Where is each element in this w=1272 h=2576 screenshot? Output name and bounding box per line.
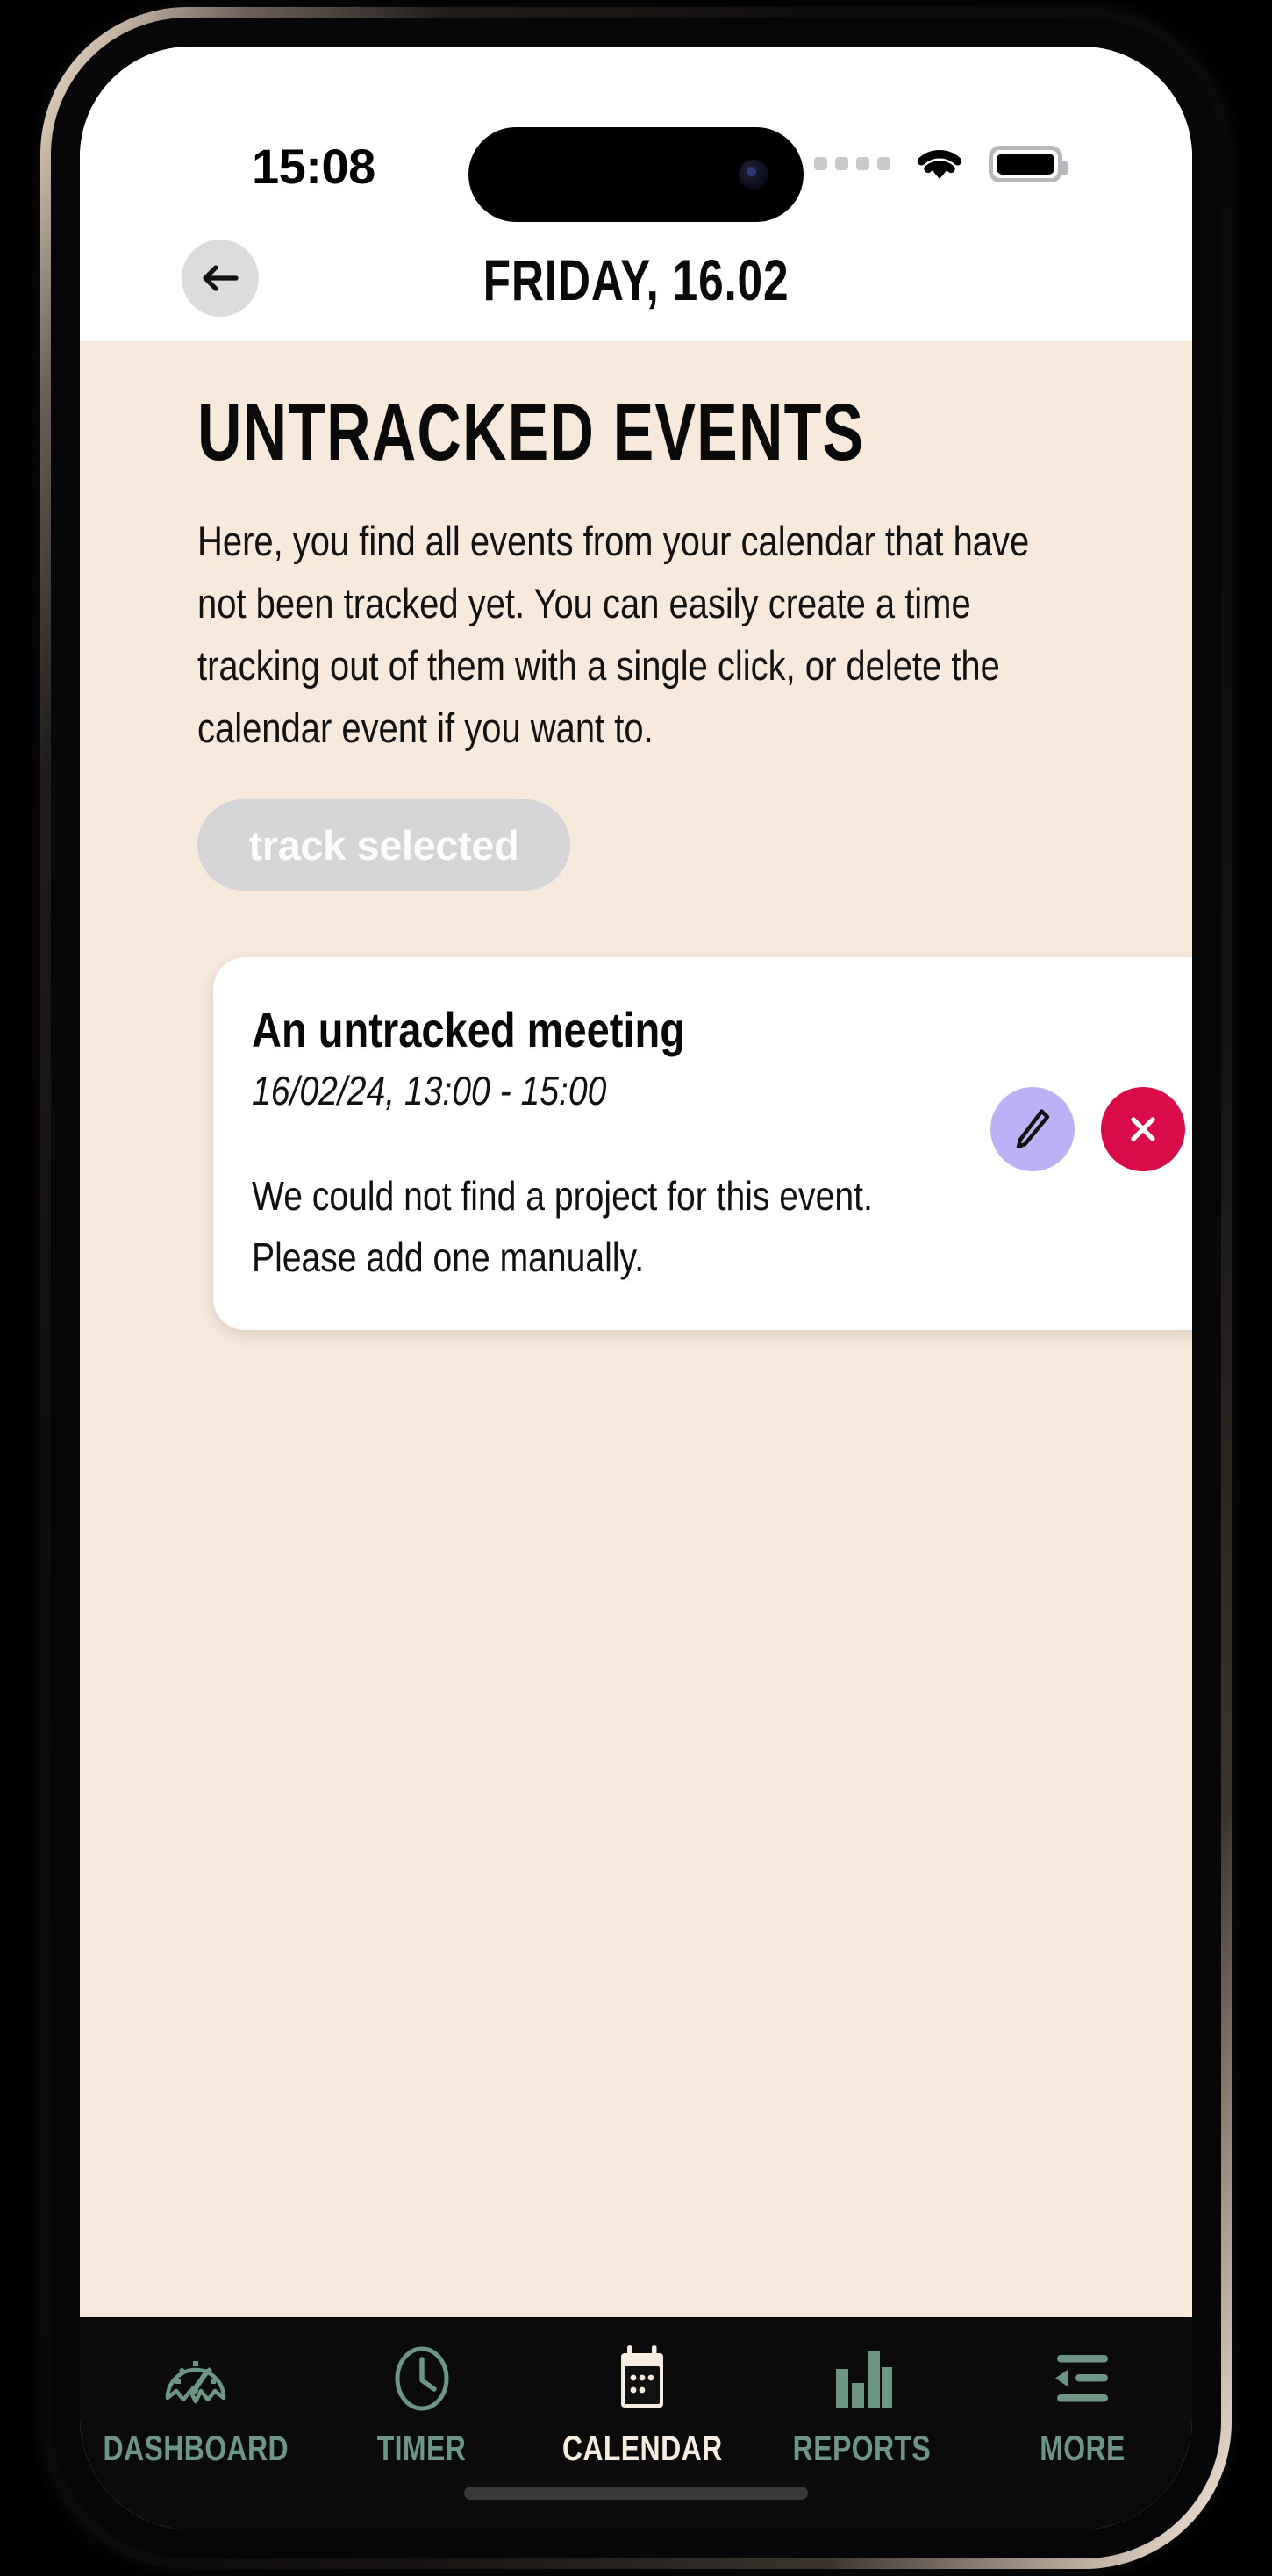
bar-chart-icon	[825, 2342, 899, 2415]
event-title: An untracked meeting	[252, 1002, 686, 1057]
nav-label-calendar: CALENDAR	[561, 2429, 723, 2468]
phone-device-frame: 15:08 FRIDAY, 16.02 UNTRACKED EVENTS Her…	[40, 7, 1232, 2569]
event-note-line-1: We could not find a project for this eve…	[252, 1173, 873, 1219]
nav-item-timer[interactable]: TIMER	[312, 2342, 532, 2469]
nav-label-dashboard: DASHBOARD	[103, 2429, 289, 2468]
status-bar-clock: 15:08	[252, 139, 375, 194]
nav-label-timer: TIMER	[377, 2429, 467, 2468]
nav-item-calendar[interactable]: CALENDAR	[532, 2342, 752, 2469]
page-description: Here, you find all events from your cale…	[197, 518, 1030, 751]
signal-dots-icon	[814, 157, 890, 170]
edit-event-button[interactable]	[990, 1087, 1075, 1171]
status-bar-icons	[814, 141, 1068, 186]
event-time: 16/02/24, 13:00 - 15:00	[252, 1068, 607, 1113]
untracked-event-card[interactable]: An untracked meeting 16/02/24, 13:00 - 1…	[213, 957, 1192, 1330]
gauge-icon	[159, 2342, 232, 2415]
calendar-icon	[605, 2342, 679, 2415]
track-selected-button[interactable]: track selected	[197, 799, 570, 891]
page-date-title: FRIDAY, 16.02	[482, 247, 790, 312]
close-x-icon	[1131, 1117, 1155, 1141]
event-card-actions	[990, 1087, 1185, 1171]
event-note-line-2: Please add one manually.	[252, 1234, 645, 1280]
track-selected-label: track selected	[248, 821, 519, 869]
wifi-icon	[911, 141, 968, 186]
page-title: UNTRACKED EVENTS	[197, 388, 865, 477]
delete-event-button[interactable]	[1101, 1087, 1185, 1171]
nav-item-reports[interactable]: REPORTS	[752, 2342, 972, 2469]
dynamic-island	[468, 127, 804, 222]
main-content: UNTRACKED EVENTS Here, you find all even…	[80, 341, 1192, 2317]
pencil-icon	[1016, 1109, 1050, 1149]
nav-item-more[interactable]: MORE	[972, 2342, 1192, 2469]
front-camera-icon	[739, 160, 768, 190]
app-header: FRIDAY, 16.02	[80, 218, 1192, 341]
nav-label-reports: REPORTS	[792, 2429, 932, 2468]
event-note: We could not find a project for this eve…	[252, 1165, 1075, 1288]
battery-full-icon	[989, 145, 1068, 182]
home-indicator[interactable]	[464, 2487, 808, 2500]
clock-icon	[385, 2342, 459, 2415]
phone-screen: 15:08 FRIDAY, 16.02 UNTRACKED EVENTS Her…	[80, 47, 1192, 2529]
nav-label-more: MORE	[1039, 2429, 1126, 2468]
phone-bezel: 15:08 FRIDAY, 16.02 UNTRACKED EVENTS Her…	[51, 18, 1221, 2558]
nav-item-dashboard[interactable]: DASHBOARD	[80, 2342, 312, 2469]
menu-back-icon	[1046, 2342, 1119, 2415]
